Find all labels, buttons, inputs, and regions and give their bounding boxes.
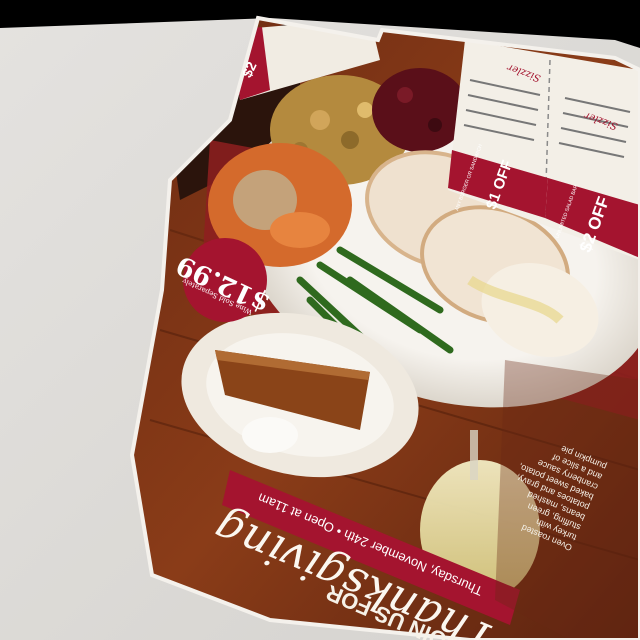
cranberry-sauce: [372, 68, 468, 152]
photo-illustration: $12.99 Wine Sold Separately Thursday, No…: [0, 15, 640, 640]
photo-scene: $12.99 Wine Sold Separately Thursday, No…: [0, 0, 640, 640]
